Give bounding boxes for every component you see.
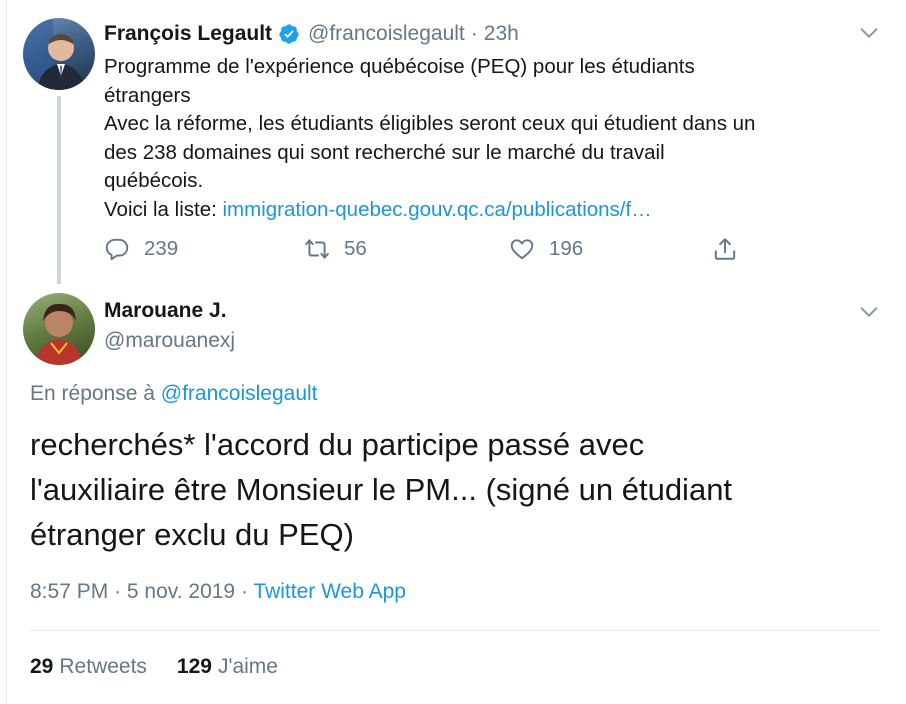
meta-separator: · <box>114 580 122 603</box>
reply-button[interactable]: 239 <box>104 232 178 266</box>
parent-tweet-header: François Legault @francoislegault · 23h <box>104 19 519 49</box>
divider <box>30 630 880 631</box>
tweet-text-line: étranger exclu du PEQ) <box>30 517 354 552</box>
meta-separator: · <box>240 580 248 603</box>
retweets-stat[interactable]: 29 Retweets <box>30 655 147 679</box>
avatar-marouane[interactable] <box>23 293 95 365</box>
tweet-time[interactable]: 23h <box>484 22 519 46</box>
like-count: 196 <box>549 237 584 260</box>
author-name[interactable]: François Legault <box>104 22 272 46</box>
link-prefix: Voici la liste: <box>104 197 223 221</box>
tweet-text-line: Programme de l'expérience québécoise (PE… <box>104 55 695 78</box>
tweet-text-line: recherchés* l'accord du participe passé … <box>30 427 645 462</box>
reply-to-handle-link[interactable]: @francoislegault <box>161 382 318 405</box>
parent-tweet[interactable]: François Legault @francoislegault · 23h … <box>0 0 906 290</box>
tweet-text-line: étrangers <box>104 83 191 107</box>
reply-context: En réponse à @francoislegault <box>30 382 318 406</box>
tweet-url-link[interactable]: immigration-quebec.gouv.qc.ca/publicatio… <box>223 198 652 221</box>
meta-separator: · <box>470 22 478 45</box>
parent-tweet-text: Programme de l'expérience québécoise (PE… <box>104 53 884 224</box>
tweet-text-line: des 238 domaines qui sont recherché sur … <box>104 140 665 164</box>
reply-tweet-text: recherchés* l'accord du participe passé … <box>30 422 890 557</box>
tweet-link-line: Voici la liste: immigration-quebec.gouv.… <box>104 196 884 225</box>
source-app-link[interactable]: Twitter Web App <box>253 580 406 603</box>
retweets-label: Retweets <box>59 655 147 678</box>
like-button[interactable]: 196 <box>509 232 583 266</box>
chevron-down-icon[interactable] <box>858 301 880 323</box>
share-button[interactable] <box>712 232 738 266</box>
tweet-actions: 239 56 196 <box>104 232 764 266</box>
retweet-count: 56 <box>344 237 367 260</box>
tweet-timestamp-meta: 8:57 PM · 5 nov. 2019 · Twitter Web App <box>30 580 406 604</box>
reply-prefix: En réponse à <box>30 382 161 405</box>
author-handle[interactable]: @francoislegault <box>308 22 465 46</box>
likes-label: J'aime <box>217 655 278 678</box>
like-icon <box>510 239 534 260</box>
tweet-date[interactable]: 5 nov. 2019 <box>127 580 235 603</box>
avatar-francois-legault[interactable] <box>23 18 95 90</box>
author-name[interactable]: Marouane J. <box>104 299 227 323</box>
chevron-down-icon[interactable] <box>858 22 880 44</box>
thread-connector-line <box>57 96 61 284</box>
tweet-text-line: l'auxiliaire être Monsieur le PM... (sig… <box>30 472 733 507</box>
author-handle[interactable]: @marouanexj <box>104 329 235 353</box>
share-icon <box>714 238 736 260</box>
retweet-button[interactable]: 56 <box>304 232 367 266</box>
avatar-image <box>23 18 85 90</box>
tweet-time[interactable]: 8:57 PM <box>30 580 108 603</box>
verified-badge-icon <box>278 23 300 45</box>
tweet-stats: 29 Retweets 129 J'aime <box>30 655 278 679</box>
tweet-text-line: québécois. <box>104 169 204 192</box>
avatar-image <box>35 303 83 365</box>
retweets-count: 29 <box>30 655 54 678</box>
retweet-icon <box>305 239 329 259</box>
likes-stat[interactable]: 129 J'aime <box>177 655 278 679</box>
reply-count: 239 <box>144 237 179 260</box>
tweet-text-line: Avec la réforme, les étudiants éligibles… <box>104 112 756 135</box>
likes-count: 129 <box>176 655 212 678</box>
reply-icon <box>105 238 129 261</box>
